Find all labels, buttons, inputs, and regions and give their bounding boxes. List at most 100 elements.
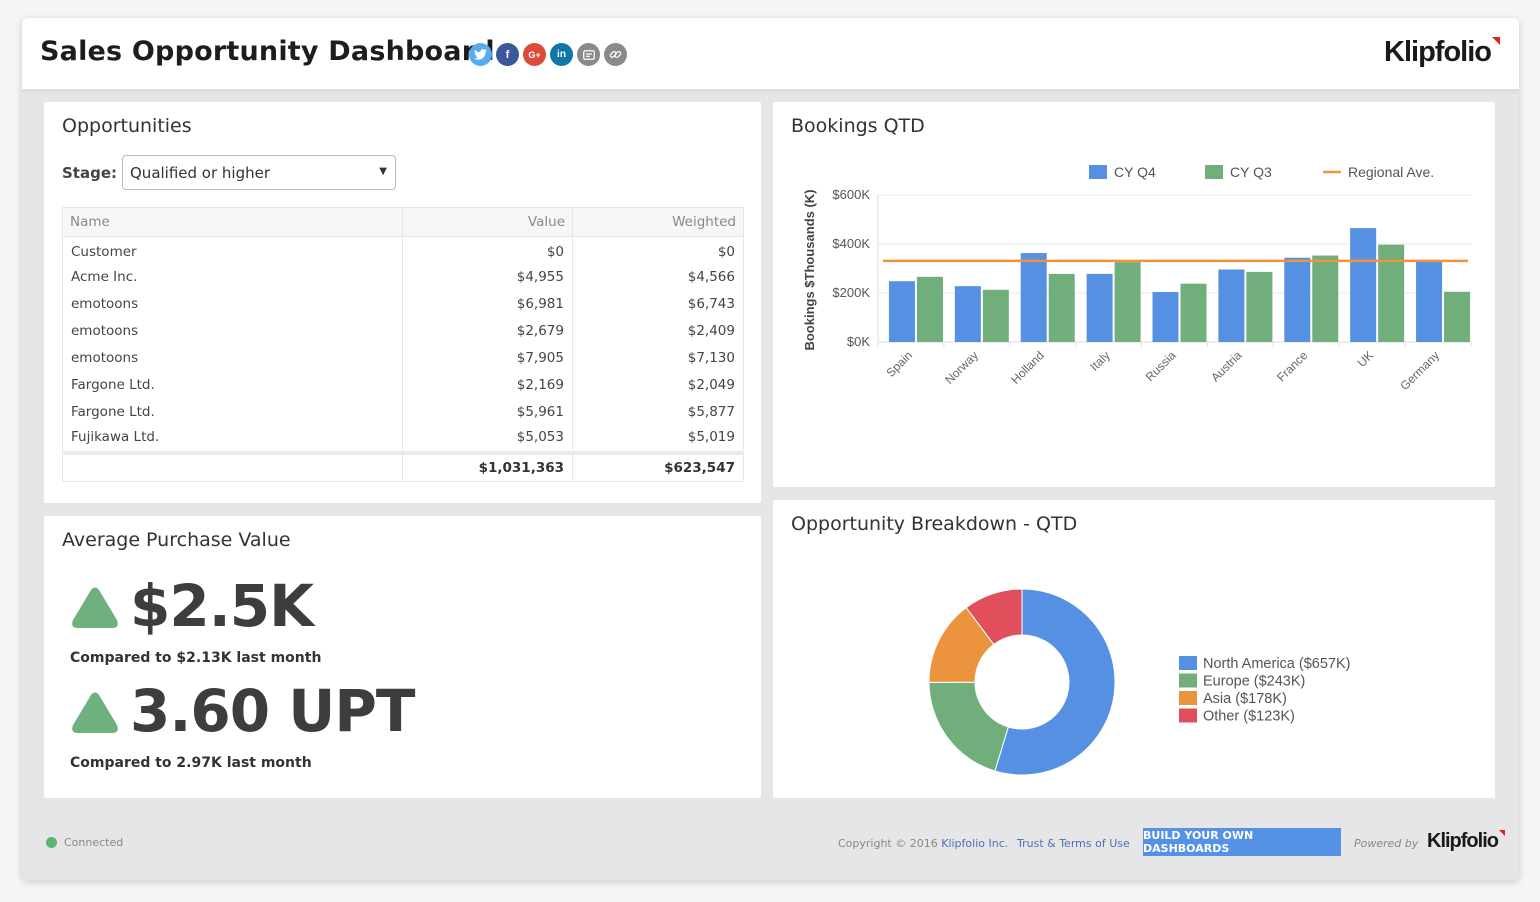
column-header-weighted[interactable]: Weighted <box>572 207 744 237</box>
cell-value: $5,053 <box>402 425 573 453</box>
x-tick-label: France <box>1274 348 1311 385</box>
terms-link[interactable]: Trust & Terms of Use <box>1017 837 1130 850</box>
dropdown-arrow-icon: ▼ <box>379 166 387 177</box>
table-row[interactable]: emotoons $7,905 $7,130 <box>62 344 744 372</box>
cell-weighted: $7,130 <box>572 344 744 372</box>
link-icon[interactable] <box>604 43 627 66</box>
connection-status: Connected <box>46 836 123 849</box>
brand-name: Klipfolio <box>1384 36 1492 68</box>
footer-brand-name: Klipfolio <box>1427 830 1499 852</box>
twitter-icon[interactable] <box>469 43 492 66</box>
facebook-icon[interactable]: f <box>496 43 519 66</box>
legend-swatch <box>1179 708 1197 723</box>
footer-brand-logo[interactable]: Klipfolio <box>1427 830 1505 853</box>
total-value: $1,031,363 <box>402 450 573 482</box>
legend-swatch <box>1089 165 1107 179</box>
bar-cy-q3 <box>1114 262 1141 342</box>
table-row[interactable]: emotoons $6,981 $6,743 <box>62 290 744 318</box>
cell-weighted: $4,566 <box>572 263 744 291</box>
table-row[interactable]: Fujikawa Ltd. $5,053 $5,019 <box>62 425 744 453</box>
copyright: Copyright © 2016 Klipfolio Inc. <box>838 837 1008 850</box>
cell-weighted: $2,409 <box>572 317 744 345</box>
total-name <box>62 450 403 482</box>
copyright-text: Copyright © 2016 <box>838 837 942 850</box>
build-dashboards-button[interactable]: BUILD YOUR OWN DASHBOARDS <box>1143 828 1341 856</box>
linkedin-icon[interactable]: in <box>550 43 573 66</box>
table-row[interactable]: Fargone Ltd. $5,961 $5,877 <box>62 398 744 426</box>
column-header-value[interactable]: Value <box>402 207 573 237</box>
cell-weighted: $5,019 <box>572 425 744 453</box>
cell-name: Customer <box>62 236 403 264</box>
table-row[interactable]: Acme Inc. $4,955 $4,566 <box>62 263 744 291</box>
bar-cy-q4 <box>954 286 981 342</box>
legend-label: Asia ($178K) <box>1203 691 1287 707</box>
bar-cy-q4 <box>1350 228 1377 342</box>
powered-by-label: Powered by <box>1354 837 1419 850</box>
legend-swatch <box>1179 656 1197 670</box>
x-tick-label: Russia <box>1143 348 1179 384</box>
x-tick-label: Spain <box>883 348 915 380</box>
legend-label: North America ($657K) <box>1203 656 1350 672</box>
cell-name: emotoons <box>62 317 403 345</box>
legend-swatch <box>1179 673 1197 688</box>
breakdown-panel: Opportunity Breakdown - QTD North Americ… <box>773 500 1495 798</box>
share-icons: f G+ in <box>469 43 627 66</box>
bar-cy-q3 <box>1378 244 1405 342</box>
cell-value: $0 <box>402 236 573 264</box>
table-row[interactable]: Fargone Ltd. $2,169 $2,049 <box>62 371 744 399</box>
legend-label: Other ($123K) <box>1203 709 1295 725</box>
brand-mark-icon <box>1498 830 1505 836</box>
legend-label: Regional Ave. <box>1348 164 1434 180</box>
kpi-compare: Compared to 2.97K last month <box>70 755 312 771</box>
cell-weighted: $2,049 <box>572 371 744 399</box>
cell-weighted: $0 <box>572 236 744 264</box>
legend-label: CY Q3 <box>1230 164 1272 180</box>
column-header-name[interactable]: Name <box>62 207 403 237</box>
header: Sales Opportunity Dashboard f G+ in Klip… <box>22 18 1519 90</box>
cell-value: $5,961 <box>402 398 573 426</box>
opportunities-title: Opportunities <box>62 115 192 137</box>
stage-select[interactable]: Qualified or higher ▼ <box>122 155 396 190</box>
cell-value: $2,169 <box>402 371 573 399</box>
kpi-value: 3.60 UPT <box>130 677 415 745</box>
totals-row: $1,031,363 $623,547 <box>62 450 744 482</box>
bar-cy-q4 <box>1284 257 1311 342</box>
bar-cy-q3 <box>982 289 1009 342</box>
trend-up-icon <box>72 692 118 733</box>
y-axis-label: Bookings $Thousands (K) <box>802 189 817 350</box>
bookings-panel: Bookings QTD $0K $200K $400K $600K Bookings … <box>773 102 1495 487</box>
cell-name: Fargone Ltd. <box>62 398 403 426</box>
cell-value: $6,981 <box>402 290 573 318</box>
bar-cy-q4 <box>1086 273 1113 342</box>
embed-icon[interactable] <box>577 43 600 66</box>
x-tick-label: Germany <box>1397 348 1442 393</box>
x-tick-label: Austria <box>1208 348 1245 385</box>
kpi-value: $2.5K <box>130 572 314 640</box>
bar-cy-q3 <box>916 276 943 342</box>
google-plus-icon[interactable]: G+ <box>523 43 546 66</box>
bar-cy-q4 <box>1416 261 1443 342</box>
dashboard-frame: Sales Opportunity Dashboard f G+ in Klip… <box>22 18 1519 880</box>
bar-cy-q3 <box>1312 255 1339 342</box>
cell-value: $7,905 <box>402 344 573 372</box>
bar-cy-q3 <box>1180 283 1207 342</box>
y-tick-label: $400K <box>832 236 870 251</box>
bar-cy-q3 <box>1048 273 1075 342</box>
bookings-bar-chart: $0K $200K $400K $600K Bookings $Thousands (K… <box>802 164 1472 393</box>
table-row[interactable]: emotoons $2,679 $2,409 <box>62 317 744 345</box>
klipfolio-link[interactable]: Klipfolio Inc. <box>941 837 1008 850</box>
y-tick-label: $0K <box>847 334 870 349</box>
cell-value: $4,955 <box>402 263 573 291</box>
bar-cy-q4 <box>1218 269 1245 342</box>
y-tick-label: $200K <box>832 285 870 300</box>
avg-purchase-title: Average Purchase Value <box>62 529 291 551</box>
cell-name: Acme Inc. <box>62 263 403 291</box>
table-row[interactable]: Customer $0 $0 <box>62 236 744 264</box>
bar-cy-q3 <box>1444 291 1471 342</box>
avg-purchase-panel: Average Purchase Value $2.5K Compared to… <box>44 516 761 798</box>
y-tick-label: $600K <box>832 187 870 202</box>
stage-label: Stage: <box>62 164 118 182</box>
bar-cy-q4 <box>1152 292 1179 342</box>
stage-select-value: Qualified or higher <box>130 164 271 182</box>
opportunities-table: Name Value Weighted Customer $0 $0 Acme Inc… <box>62 207 744 482</box>
